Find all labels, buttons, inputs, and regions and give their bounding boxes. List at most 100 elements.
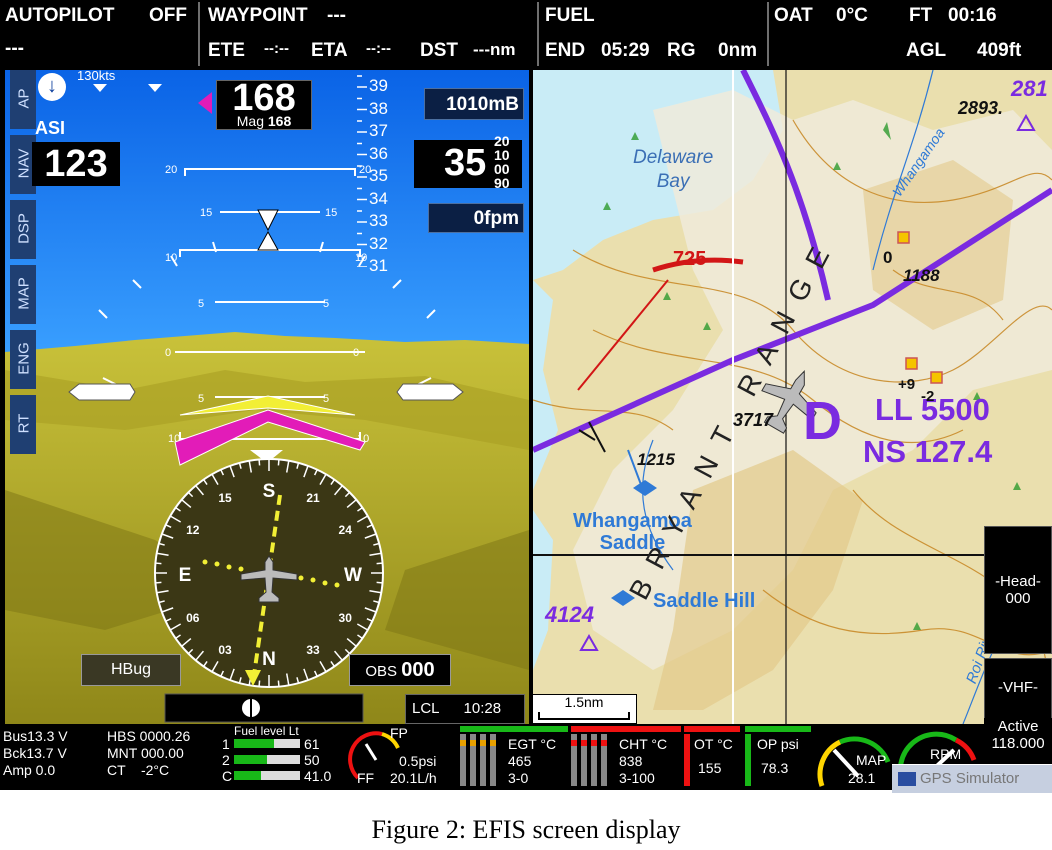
rpm-label: RPM	[930, 746, 962, 762]
cylinder-bar	[601, 734, 607, 786]
cht-range	[571, 726, 681, 732]
elevation-281: 281	[1011, 76, 1048, 101]
ff-label: FF	[357, 770, 375, 786]
backup-voltage: Bck13.7 V	[3, 745, 67, 761]
cylinder-bar	[470, 734, 476, 786]
amperage: Amp 0.0	[3, 762, 56, 778]
fuel-tank-id: 2	[222, 752, 230, 768]
figure-caption: Figure 2: EFIS screen display	[371, 815, 681, 844]
label-minus2: -2	[921, 388, 935, 405]
altitude-725: 725	[673, 248, 707, 270]
cylinder-bar	[571, 734, 577, 786]
vhf-status: Active 118.000	[984, 718, 1052, 766]
dst-label: DST	[420, 40, 458, 61]
pitch-label-m5r: 5	[323, 393, 329, 405]
airspace-frequency: NS 127.4	[863, 434, 993, 469]
airspeed-readout: 123	[32, 142, 120, 186]
window-icon	[898, 772, 916, 787]
fuel-bar	[234, 771, 300, 780]
compass-label: N	[262, 649, 276, 670]
map-label: MAP	[856, 752, 887, 768]
waypoint-value[interactable]: ---	[327, 5, 346, 27]
altitude-tape-label: 33	[369, 211, 388, 230]
elevation-1215: 1215	[637, 450, 675, 469]
gps-simulator-title: GPS Simulator	[920, 770, 1020, 787]
agl-label: AGL	[906, 40, 947, 61]
heading-bug-icon	[198, 92, 212, 114]
vhf-button[interactable]: -VHF-	[984, 658, 1052, 724]
pitch-label-0: 0	[165, 347, 171, 359]
elevation-2893: 2893.	[958, 98, 1004, 118]
cht-sub: 3-100	[619, 770, 655, 786]
bug-marker	[148, 84, 162, 92]
fuel-bar	[234, 739, 300, 748]
pitch-label-0r: 0	[353, 347, 359, 359]
eta-value: --:--	[366, 40, 391, 57]
label-plus9: +9	[898, 376, 916, 393]
tab-rt[interactable]: RT	[10, 395, 36, 454]
arrow-down-icon[interactable]: ↓	[38, 73, 66, 101]
compass-label: 06	[186, 611, 200, 625]
egt-sub: 3-0	[508, 770, 529, 786]
altitude-tape-label: 35	[369, 166, 388, 185]
altitude-roller: 20 10 00 90	[494, 133, 510, 191]
pitch-label-20: 20	[165, 164, 177, 176]
label-saddle-hill: Saddle Hill	[653, 590, 756, 612]
autopilot-state[interactable]: OFF	[149, 5, 187, 27]
hbug-button[interactable]: HBug	[81, 654, 181, 686]
tab-dsp[interactable]: DSP	[10, 200, 36, 259]
pitch-label-5r: 5	[323, 298, 329, 310]
header-divider	[198, 2, 200, 66]
obs-button[interactable]: OBS 000	[349, 654, 451, 686]
ot-bar	[684, 734, 690, 786]
map-scale: 1.5nm	[533, 694, 637, 724]
header-divider	[767, 2, 769, 66]
elevation-0: 0	[883, 248, 893, 267]
compass-label: 21	[306, 491, 320, 505]
fuel-value: 50	[304, 752, 320, 768]
scale-label: 1.5nm	[564, 694, 604, 710]
local-time: LCL 10:28	[405, 694, 525, 724]
oat-label: OAT	[774, 5, 813, 26]
heading-value: 168	[232, 77, 296, 119]
pitch-label-5: 5	[198, 298, 204, 310]
label-delaware-bay: Delaware Bay	[633, 147, 714, 192]
ete-value: --:--	[264, 40, 289, 57]
ft-value: 00:16	[948, 5, 997, 26]
cht-label: CHT °C	[619, 736, 668, 752]
cabin-temp: CT -2°C	[107, 762, 170, 778]
autopilot-sub: ---	[5, 38, 24, 59]
compass-label: 33	[306, 643, 320, 657]
compass-label: W	[344, 565, 362, 586]
hobbs-time: HBS 0000.26	[107, 728, 191, 744]
tab-eng[interactable]: ENG	[10, 330, 36, 389]
end-label: END	[545, 40, 586, 61]
op-range	[745, 726, 811, 732]
autopilot-label: AUTOPILOT	[5, 5, 115, 26]
fp-label: FP	[390, 725, 408, 741]
head-button[interactable]: -Head- 000	[984, 526, 1052, 654]
mag-heading: Mag 168	[236, 113, 292, 129]
ot-value: 155	[698, 760, 722, 776]
heading-box: 168 Mag 168	[216, 77, 312, 130]
compass-label: 12	[186, 523, 200, 537]
fuel-title: Fuel level Lt	[234, 724, 299, 738]
fp-value: 0.5psi	[399, 753, 437, 769]
moving-map[interactable]: Delaware Bay 2893. 281 1188 0 3717 1215 …	[533, 70, 1052, 724]
tab-map[interactable]: MAP	[10, 265, 36, 324]
altitude-tape-label: 31	[369, 256, 388, 275]
map-value: 28.1	[848, 770, 876, 786]
rg-value: 0nm	[718, 40, 758, 61]
pitch-label-m5: 5	[198, 393, 204, 405]
gps-simulator-window[interactable]: GPS Simulator	[892, 764, 1052, 793]
altitude-tape-label: 36	[369, 143, 388, 163]
rg-label: RG	[667, 40, 696, 61]
ft-label: FT	[909, 5, 933, 26]
altitude-tape-label: 37	[369, 121, 388, 140]
egt-label: EGT °C	[508, 736, 557, 752]
compass-label: 30	[339, 611, 353, 625]
oat-value: 0°C	[836, 5, 868, 26]
pitch-label-15: 15	[200, 207, 212, 219]
tab-ap[interactable]: AP	[10, 70, 36, 129]
baro-setting[interactable]: 1010mB	[424, 88, 524, 120]
